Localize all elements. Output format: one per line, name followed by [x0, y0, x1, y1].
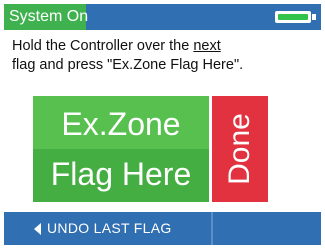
instruction-next-word: next [193, 38, 221, 54]
undo-last-flag-button[interactable]: UNDO LAST FLAG [4, 212, 210, 245]
undo-last-flag-label: UNDO LAST FLAG [47, 220, 172, 236]
flag-button-label-line-1: Ex.Zone [61, 106, 181, 142]
flag-button-label-line-2: Flag Here [50, 156, 192, 192]
battery-tip [312, 14, 316, 20]
battery-level-fill [278, 14, 308, 20]
bottom-bar-divider [211, 212, 213, 245]
instruction-line-1: Hold the Controller over the next [12, 37, 317, 56]
bottom-bar: UNDO LAST FLAG [4, 212, 321, 245]
instruction-line-1-text: Hold the Controller over the [12, 38, 194, 54]
done-button[interactable]: Done [212, 96, 268, 202]
instruction-text: Hold the Controller over the next flag a… [12, 37, 317, 75]
battery-icon [275, 11, 311, 23]
system-status-label: System On [4, 4, 88, 30]
done-button-label: Done [223, 113, 256, 185]
device-screen: System On Hold the Controller over the n… [4, 4, 321, 245]
instruction-line-2: flag and press "Ex.Zone Flag Here". [12, 57, 244, 73]
status-bar: System On [4, 4, 321, 30]
ex-zone-flag-here-button[interactable]: Ex.Zone Flag Here [33, 96, 209, 202]
chevron-left-icon [34, 223, 41, 235]
